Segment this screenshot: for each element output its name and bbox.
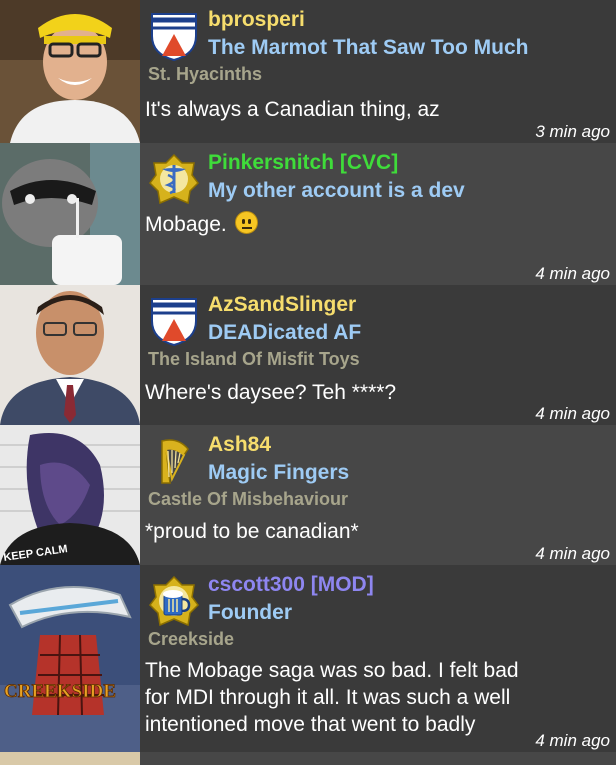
avatar[interactable]: KEEP CALM	[0, 425, 140, 565]
message-text: It's always a Canadian thing, az	[145, 98, 440, 121]
avatar[interactable]	[0, 143, 140, 285]
harp-badge-icon	[148, 435, 200, 487]
timestamp: 4 min ago	[535, 264, 610, 283]
club-name[interactable]: St. Hyacinths	[148, 64, 262, 85]
user-title: The Marmot That Saw Too Much	[208, 36, 529, 59]
avatar[interactable]: CREEKSIDE	[0, 565, 140, 752]
avatar-logo-text: CREEKSIDE	[4, 681, 116, 702]
message-text: *proud to be canadian*	[145, 520, 359, 543]
message-text: Mobage.	[145, 211, 258, 238]
user-title: Founder	[208, 601, 292, 624]
shield-badge-icon	[148, 295, 200, 347]
user-title: Magic Fingers	[208, 461, 350, 484]
username[interactable]: cscott300 [MOD]	[208, 573, 374, 597]
username[interactable]: Ash84	[208, 433, 271, 457]
avatar[interactable]	[0, 752, 140, 765]
timestamp: 4 min ago	[535, 731, 610, 750]
username[interactable]: AzSandSlinger	[208, 293, 356, 317]
username[interactable]: Pinkersnitch [CVC]	[208, 151, 398, 175]
avatar-image	[0, 0, 140, 143]
timestamp: 4 min ago	[535, 404, 610, 423]
chat-post-partial[interactable]	[0, 752, 616, 765]
avatar-image	[0, 285, 140, 425]
message-line: intentioned move that went to badly	[145, 713, 476, 736]
neutral-face-emoji	[234, 211, 258, 234]
user-title: DEADicated AF	[208, 321, 362, 344]
club-name[interactable]: The Island Of Misfit Toys	[148, 349, 360, 370]
message-line: The Mobage saga was so bad. I felt bad	[145, 659, 519, 682]
user-title: My other account is a dev	[208, 179, 465, 202]
timestamp: 4 min ago	[535, 544, 610, 563]
caduceus-badge-icon	[148, 153, 200, 205]
chat-post[interactable]: CREEKSIDE cscott300 [MOD] Founder Creeks…	[0, 565, 616, 752]
chat-feed: bprosperi The Marmot That Saw Too Much S…	[0, 0, 616, 765]
username[interactable]: bprosperi	[208, 8, 305, 32]
avatar[interactable]	[0, 285, 140, 425]
chat-post[interactable]: KEEP CALM Ash84 Magic Fingers Castle Of …	[0, 425, 616, 565]
avatar[interactable]	[0, 0, 140, 143]
message-text: Where's daysee? Teh ****?	[145, 381, 397, 404]
message-line: for MDI through it all. It was such a we…	[145, 686, 511, 709]
message-text-content: Mobage.	[145, 213, 227, 236]
club-name[interactable]: Castle Of Misbehaviour	[148, 489, 348, 510]
chat-post[interactable]: AzSandSlinger DEADicated AF The Island O…	[0, 285, 616, 425]
avatar-image: CREEKSIDE	[0, 565, 140, 752]
shield-badge-icon	[148, 10, 200, 62]
chat-post[interactable]: Pinkersnitch [CVC] My other account is a…	[0, 143, 616, 285]
timestamp: 3 min ago	[535, 122, 610, 141]
beer-mug-badge-icon	[148, 575, 200, 627]
avatar-image: KEEP CALM	[0, 425, 140, 565]
club-name[interactable]: Creekside	[148, 629, 234, 650]
chat-post[interactable]: bprosperi The Marmot That Saw Too Much S…	[0, 0, 616, 143]
avatar-image	[0, 143, 140, 285]
message-text: The Mobage saga was so bad. I felt bad f…	[145, 657, 519, 738]
